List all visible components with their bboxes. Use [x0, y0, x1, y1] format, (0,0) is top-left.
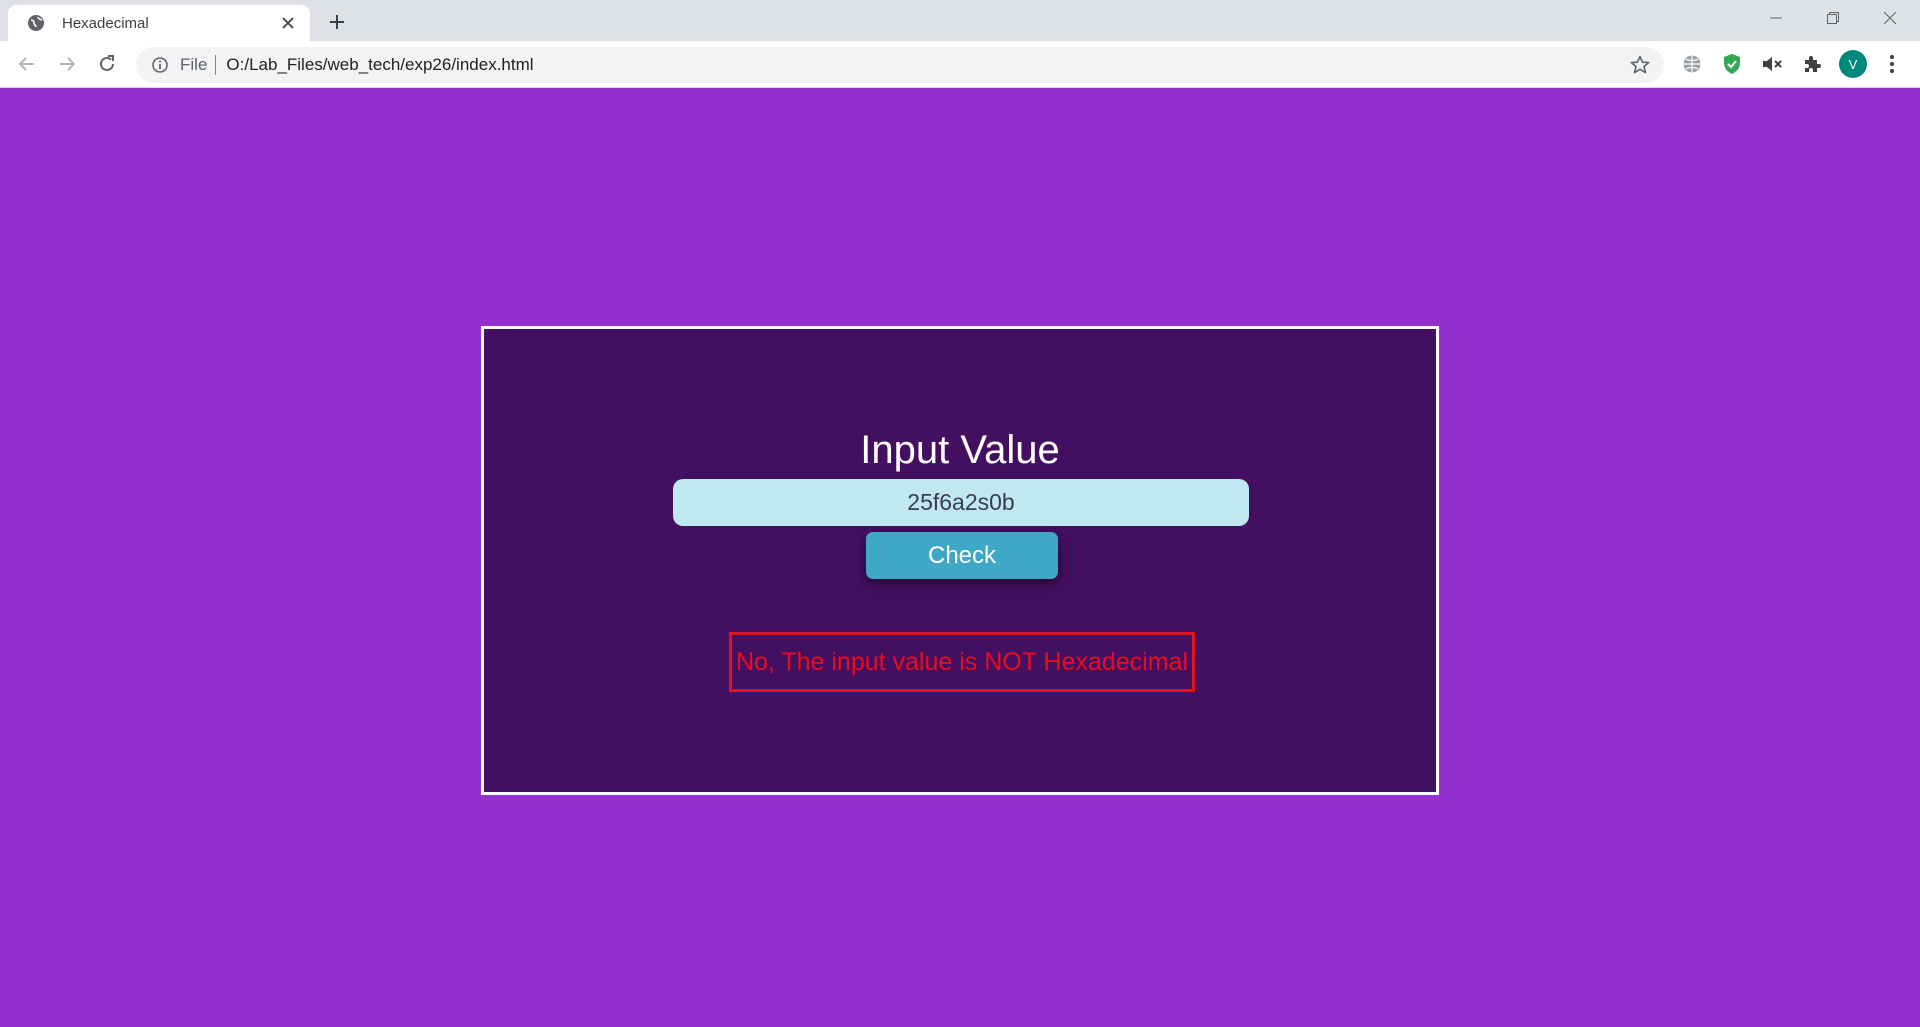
url-scheme: File [180, 55, 208, 74]
address-bar[interactable]: File O:/Lab_Files/web_tech/exp26/index.h… [136, 47, 1664, 83]
page-title: Input Value [860, 428, 1060, 472]
tab-strip: Hexadecimal [0, 0, 1920, 41]
browser-toolbar: File O:/Lab_Files/web_tech/exp26/index.h… [0, 41, 1920, 88]
url-divider [215, 55, 217, 75]
back-icon[interactable] [11, 48, 43, 80]
value-input[interactable] [673, 479, 1249, 526]
extensions-icon[interactable] [1796, 48, 1828, 80]
shield-icon[interactable] [1716, 48, 1748, 80]
globe-icon [26, 13, 46, 33]
browser-tab[interactable]: Hexadecimal [8, 5, 310, 41]
checker-card: Input Value Check No, The input value is… [481, 326, 1439, 795]
avatar[interactable]: V [1839, 50, 1867, 78]
result-message: No, The input value is NOT Hexadecimal [729, 632, 1195, 692]
kebab-menu-icon[interactable] [1876, 48, 1908, 80]
url-text[interactable]: O:/Lab_Files/web_tech/exp26/index.html [226, 55, 533, 75]
mute-icon[interactable] [1756, 48, 1788, 80]
forward-icon[interactable] [51, 48, 83, 80]
check-button[interactable]: Check [866, 532, 1058, 579]
reload-icon[interactable] [91, 48, 123, 80]
plus-icon[interactable] [322, 7, 352, 37]
close-icon[interactable] [276, 11, 300, 35]
tab-title: Hexadecimal [62, 14, 149, 32]
restore-icon[interactable] [1805, 0, 1861, 36]
translate-icon[interactable] [1676, 48, 1708, 80]
result-text: No, The input value is NOT Hexadecimal [735, 647, 1189, 676]
star-icon[interactable] [1628, 53, 1652, 77]
close-window-icon[interactable] [1862, 0, 1918, 36]
info-icon[interactable] [150, 55, 170, 75]
minimize-icon[interactable] [1748, 0, 1804, 36]
